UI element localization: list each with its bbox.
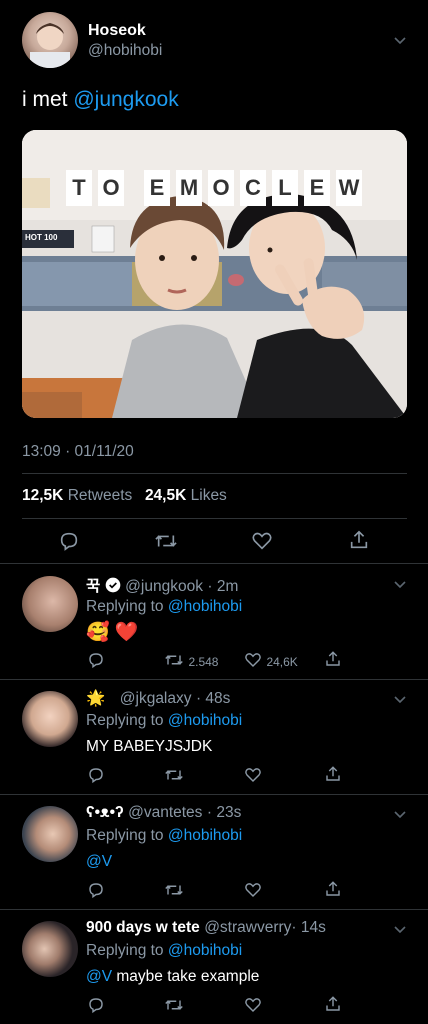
banner-letter: O [208, 170, 234, 206]
reply-icon[interactable] [87, 881, 105, 899]
reply-author-handle[interactable]: @strawverry [204, 919, 291, 936]
reply-time: · 48s [195, 690, 231, 707]
tweet-mention-link[interactable]: @jungkook [73, 88, 178, 111]
heart-icon[interactable] [244, 996, 262, 1014]
retweet-count: 2.548 [188, 655, 219, 669]
reply-header: 꾹 @jungkook · 2m [86, 574, 386, 596]
retweet-icon [165, 655, 183, 665]
reply-time: · 14s [291, 919, 326, 936]
tweet-text: i met @jungkook [22, 88, 179, 112]
like-action[interactable]: 24,6K [244, 651, 298, 671]
author-avatar-face [30, 23, 70, 68]
share-icon[interactable] [324, 880, 342, 898]
retweets-label[interactable]: Retweets [68, 487, 133, 504]
replying-to: Replying to @hobihobi [86, 712, 243, 729]
reply-mention-link[interactable]: @V [86, 968, 112, 985]
reply-avatar[interactable] [22, 576, 78, 632]
banner-letter: W [336, 170, 362, 206]
chevron-down-icon[interactable] [392, 33, 408, 49]
retweets-count[interactable]: 12,5K [22, 487, 63, 504]
share-icon[interactable] [348, 529, 370, 551]
tweet-photo[interactable]: T O E M O C L E W HOT 100 [22, 130, 407, 418]
reply-author-name[interactable]: ʕ•ᴥ•ʔ [86, 804, 124, 821]
replying-to-link[interactable]: @hobihobi [168, 827, 242, 844]
reply-author-handle[interactable]: @jungkook [125, 578, 203, 595]
photo-banner: T O E M O C L E W [66, 170, 366, 210]
tweet-text-prefix: i met [22, 88, 74, 111]
divider [0, 563, 428, 564]
reply-header: 🌟 @jkgalaxy · 48s [86, 689, 386, 708]
reply-text: @V [86, 853, 112, 871]
heart-icon[interactable] [251, 530, 273, 552]
replying-to: Replying to @hobihobi [86, 827, 243, 844]
retweet-icon[interactable] [164, 881, 184, 899]
reply-header: 900 days w tete @strawverry· 14s [86, 919, 386, 937]
reply-avatar[interactable] [22, 806, 78, 862]
share-icon[interactable] [324, 650, 342, 668]
tweet-timestamp[interactable]: 13:09 · 01/11/20 [22, 443, 134, 461]
reply-time: · 23s [206, 804, 242, 821]
reply-avatar[interactable] [22, 921, 78, 977]
retweet-icon[interactable] [164, 996, 184, 1014]
reply-avatar[interactable] [22, 691, 78, 747]
chevron-down-icon[interactable] [392, 807, 408, 823]
replying-to: Replying to @hobihobi [86, 942, 243, 959]
heart-icon[interactable] [244, 766, 262, 784]
divider [0, 794, 428, 795]
heart-icon [245, 653, 261, 668]
replying-to-link[interactable]: @hobihobi [168, 712, 242, 729]
tweet-stats: 12,5K Retweets 24,5K Likes [22, 487, 227, 505]
replying-to-link[interactable]: @hobihobi [168, 598, 242, 615]
banner-letter: O [98, 170, 124, 206]
reply-icon[interactable] [87, 996, 105, 1014]
reply-text: 🥰 ❤️ [86, 622, 139, 643]
reply-author-name[interactable]: 🌟 [86, 690, 105, 707]
reply-time: · 2m [207, 578, 239, 595]
reply-author-handle[interactable]: @vantetes [128, 804, 202, 821]
reply-author-name[interactable]: 꾹 [86, 578, 100, 595]
reply-mention-link[interactable]: @V [86, 853, 112, 870]
banner-letter: E [304, 170, 330, 206]
author-name[interactable]: Hoseok [88, 22, 146, 40]
replying-to: Replying to @hobihobi [86, 598, 243, 615]
reply-author-handle[interactable]: @jkgalaxy [120, 690, 192, 707]
banner-letter: T [66, 170, 92, 206]
author-avatar[interactable] [22, 12, 78, 68]
share-icon[interactable] [324, 995, 342, 1013]
likes-label[interactable]: Likes [191, 487, 227, 504]
banner-letter: L [272, 170, 298, 206]
banner-letter: C [240, 170, 266, 206]
retweet-icon[interactable] [154, 530, 178, 552]
likes-count[interactable]: 24,5K [145, 487, 186, 504]
divider [22, 518, 407, 519]
retweet-action[interactable]: 2.548 [164, 651, 218, 671]
chevron-down-icon[interactable] [392, 692, 408, 708]
reply-icon[interactable] [58, 530, 80, 552]
author-handle[interactable]: @hobihobi [88, 42, 162, 60]
share-icon[interactable] [324, 765, 342, 783]
reply-header: ʕ•ᴥ•ʔ @vantetes · 23s [86, 804, 386, 822]
like-count: 24,6K [266, 655, 298, 669]
photo-poster-label: HOT 100 [25, 233, 58, 242]
reply-author-name[interactable]: 900 days w tete [86, 919, 200, 936]
heart-icon[interactable] [244, 881, 262, 899]
chevron-down-icon[interactable] [392, 922, 408, 938]
divider [0, 909, 428, 910]
reply-text: MY BABEYJSJDK [86, 738, 213, 755]
chevron-down-icon[interactable] [392, 577, 408, 593]
reply-icon[interactable] [87, 651, 105, 669]
banner-letter: E [144, 170, 170, 206]
reply-icon[interactable] [87, 766, 105, 784]
divider [0, 679, 428, 680]
divider [22, 473, 407, 474]
banner-letter: M [176, 170, 202, 206]
verified-badge-icon [105, 577, 121, 593]
retweet-icon[interactable] [164, 766, 184, 784]
reply-text: @V maybe take example [86, 968, 260, 985]
replying-to-link[interactable]: @hobihobi [168, 942, 242, 959]
